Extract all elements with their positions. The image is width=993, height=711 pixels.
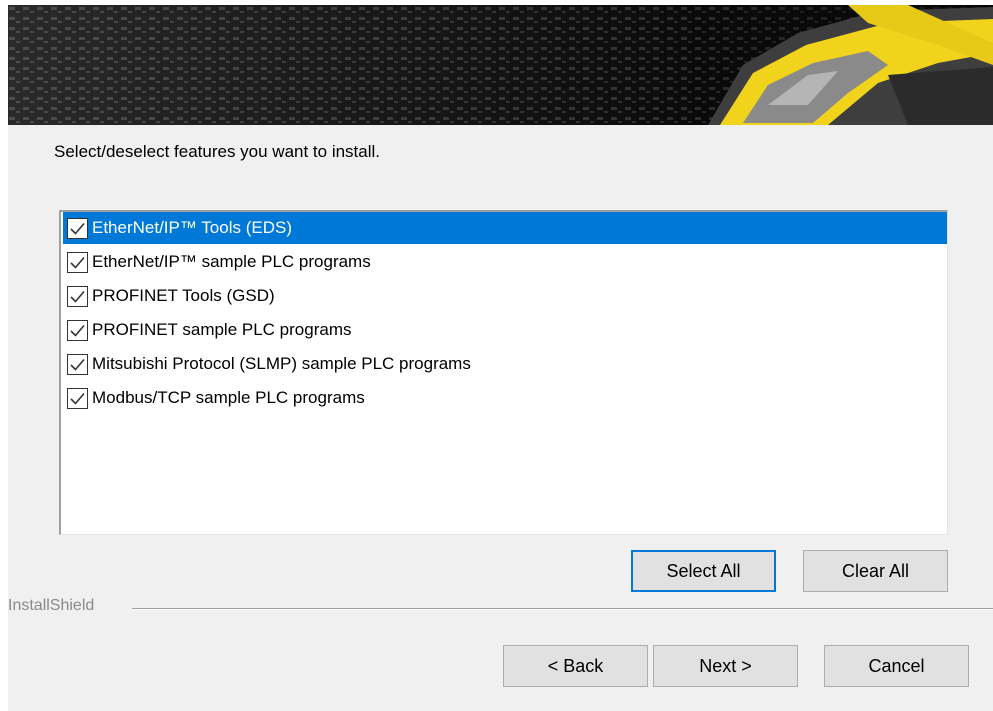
feature-checkbox[interactable] xyxy=(67,353,88,375)
feature-item-ethernet-ip-tools[interactable]: EtherNet/IP™ Tools (EDS) xyxy=(63,212,947,244)
back-button[interactable]: < Back xyxy=(503,645,648,687)
feature-label: Modbus/TCP sample PLC programs xyxy=(92,388,365,407)
footer-divider xyxy=(132,608,993,610)
feature-item-mitsubishi-slmp[interactable]: Mitsubishi Protocol (SLMP) sample PLC pr… xyxy=(63,348,947,380)
checkmark-icon xyxy=(70,256,85,269)
next-button[interactable]: Next > xyxy=(653,645,798,687)
checkmark-icon xyxy=(70,290,85,303)
feature-checkbox[interactable] xyxy=(67,319,88,341)
checkmark-icon xyxy=(70,358,85,371)
checkmark-icon xyxy=(70,324,85,337)
instruction-text: Select/deselect features you want to ins… xyxy=(54,142,381,161)
header-banner xyxy=(8,5,993,125)
checkmark-icon xyxy=(70,222,85,235)
feature-checkbox[interactable] xyxy=(67,387,88,409)
feature-list[interactable]: EtherNet/IP™ Tools (EDS) EtherNet/IP™ sa… xyxy=(59,210,948,535)
cancel-button[interactable]: Cancel xyxy=(824,645,969,687)
feature-label: EtherNet/IP™ Tools (EDS) xyxy=(92,218,292,237)
installshield-label: InstallShield xyxy=(8,597,95,614)
feature-checkbox[interactable] xyxy=(67,251,88,273)
feature-label: PROFINET Tools (GSD) xyxy=(92,286,275,305)
feature-item-profinet-tools[interactable]: PROFINET Tools (GSD) xyxy=(63,280,947,312)
feature-label: EtherNet/IP™ sample PLC programs xyxy=(92,252,371,271)
feature-label: PROFINET sample PLC programs xyxy=(92,320,352,339)
checkmark-icon xyxy=(70,392,85,405)
feature-checkbox[interactable] xyxy=(67,285,88,307)
select-all-button[interactable]: Select All xyxy=(631,550,776,592)
barcode-scanner-image xyxy=(8,5,993,125)
feature-item-ethernet-ip-sample[interactable]: EtherNet/IP™ sample PLC programs xyxy=(63,246,947,278)
feature-checkbox[interactable] xyxy=(67,217,88,239)
feature-label: Mitsubishi Protocol (SLMP) sample PLC pr… xyxy=(92,354,471,373)
feature-item-profinet-sample[interactable]: PROFINET sample PLC programs xyxy=(63,314,947,346)
feature-item-modbus-tcp[interactable]: Modbus/TCP sample PLC programs xyxy=(63,382,947,414)
clear-all-button[interactable]: Clear All xyxy=(803,550,948,592)
